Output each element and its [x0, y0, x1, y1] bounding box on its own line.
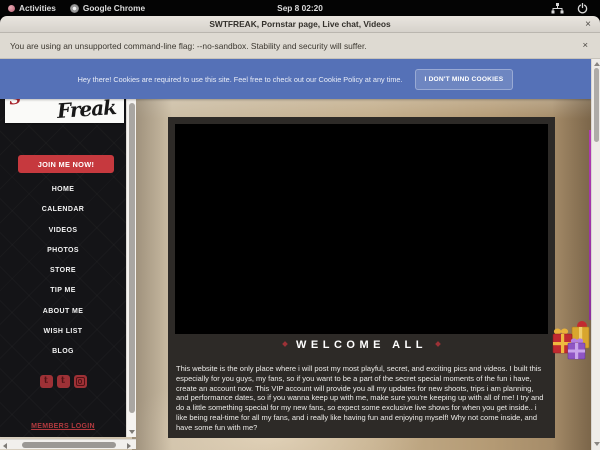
infobar-close-icon[interactable]: ×: [582, 40, 588, 51]
desktop-screen: Activities Google Chrome Sep 8 02:20: [0, 0, 600, 450]
activities-button[interactable]: Activities: [8, 3, 56, 13]
sidebar-item-about-me[interactable]: ABOUT ME: [0, 302, 126, 322]
sidebar-scrollbar-thumb[interactable]: [129, 103, 135, 413]
sidebar-vertical-scrollbar[interactable]: [126, 99, 136, 437]
twitter-icon[interactable]: t: [40, 375, 53, 388]
cookie-banner: Hey there! Cookies are required to use t…: [0, 59, 591, 99]
welcome-paragraph: This website is the only place where i w…: [176, 364, 546, 433]
join-me-now-button[interactable]: JOIN ME NOW!: [18, 155, 114, 173]
scroll-left-icon[interactable]: [3, 443, 7, 449]
cookie-accept-button[interactable]: I DON'T MIND COOKIES: [415, 69, 514, 90]
power-icon[interactable]: [577, 3, 588, 14]
page-viewport: S Freak JOIN ME NOW! HOME CALENDAR VIDEO…: [0, 59, 600, 450]
sidebar-menu: HOME CALENDAR VIDEOS PHOTOS STORE TIP ME…: [0, 180, 126, 363]
sidebar-item-blog[interactable]: BLOG: [0, 342, 126, 362]
diamond-bullet-icon: [282, 341, 288, 347]
diamond-bullet-icon: [435, 341, 441, 347]
infobar-message: You are using an unsupported command-lin…: [0, 41, 367, 51]
app-menu-label: Google Chrome: [83, 3, 145, 13]
activities-label: Activities: [19, 3, 56, 13]
sidebar-item-wish-list[interactable]: WISH LIST: [0, 322, 126, 342]
members-login-link[interactable]: MEMBERS LOGIN: [0, 423, 126, 430]
gnome-top-bar: Activities Google Chrome Sep 8 02:20: [0, 0, 600, 16]
sidebar-hscrollbar-thumb[interactable]: [22, 442, 116, 448]
sidebar-item-calendar[interactable]: CALENDAR: [0, 200, 126, 220]
scroll-down-icon[interactable]: [594, 442, 600, 446]
sidebar-item-videos[interactable]: VIDEOS: [0, 221, 126, 241]
network-icon[interactable]: [551, 3, 564, 14]
video-player[interactable]: [175, 124, 548, 334]
sidebar-horizontal-scrollbar[interactable]: [0, 439, 136, 449]
cookie-message: Hey there! Cookies are required to use t…: [78, 75, 403, 84]
page-scrollbar-thumb[interactable]: [594, 68, 599, 142]
sidebar-item-tip-me[interactable]: TIP ME: [0, 281, 126, 301]
tumblr-icon[interactable]: t: [57, 375, 70, 388]
logo-script-text: Freak: [56, 95, 116, 123]
sidebar-item-store[interactable]: STORE: [0, 261, 126, 281]
chrome-icon: [70, 4, 79, 13]
scroll-up-icon[interactable]: [594, 62, 600, 66]
gifts-graphic[interactable]: [552, 317, 594, 373]
sidebar: S Freak JOIN ME NOW! HOME CALENDAR VIDEO…: [0, 59, 126, 437]
window-titlebar[interactable]: SWTFREAK, Pornstar page, Live chat, Vide…: [0, 16, 600, 33]
page-vertical-scrollbar[interactable]: [591, 59, 600, 450]
sidebar-item-home[interactable]: HOME: [0, 180, 126, 200]
scroll-right-icon[interactable]: [127, 443, 131, 449]
content-panel: WELCOME ALL This website is the only pla…: [168, 117, 555, 438]
scroll-down-icon[interactable]: [129, 430, 135, 434]
chrome-infobar: You are using an unsupported command-lin…: [0, 33, 600, 59]
window-close-button[interactable]: ×: [585, 19, 591, 30]
app-menu-button[interactable]: Google Chrome: [70, 3, 145, 13]
activities-icon: [8, 5, 15, 12]
instagram-icon[interactable]: [74, 375, 87, 388]
social-links: t t: [0, 375, 126, 388]
welcome-heading: WELCOME ALL: [168, 339, 555, 351]
page-title: SWTFREAK, Pornstar page, Live chat, Vide…: [209, 19, 390, 29]
sidebar-item-photos[interactable]: PHOTOS: [0, 241, 126, 261]
